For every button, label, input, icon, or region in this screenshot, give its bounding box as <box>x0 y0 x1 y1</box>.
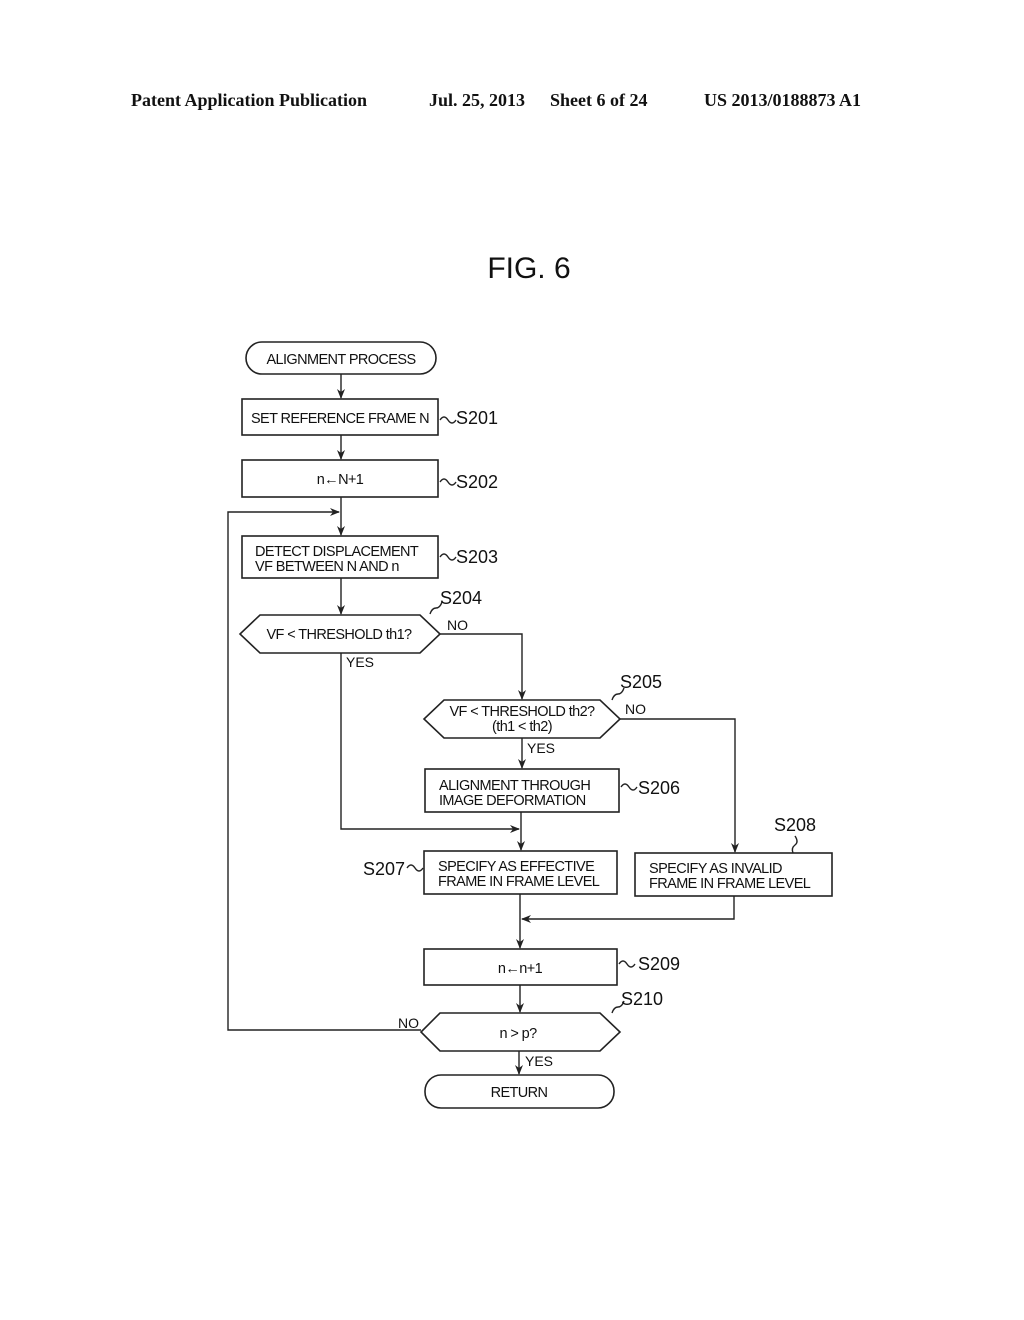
step-s203: DETECT DISPLACEMENT VF BETWEEN N AND n <box>241 535 439 579</box>
step-s206-line2: IMAGE DEFORMATION <box>439 793 586 809</box>
step-s202-text: n←N+1 <box>317 472 364 488</box>
decision-s210-label: S210 <box>621 989 663 1009</box>
step-s201-text: SET REFERENCE FRAME N <box>251 411 429 427</box>
label-leader-s203 <box>439 553 457 561</box>
step-s207-label: S207 <box>363 859 405 879</box>
label-leader-s201 <box>439 416 457 424</box>
step-s208-line1: SPECIFY AS INVALID <box>649 861 782 877</box>
step-s206-line1: ALIGNMENT THROUGH <box>439 778 590 794</box>
step-s207: SPECIFY AS EFFECTIVE FRAME IN FRAME LEVE… <box>423 850 618 895</box>
loop-back-arrow <box>227 508 421 1031</box>
decision-s205-line2: (th1 < th2) <box>492 719 552 735</box>
decision-s204: VF < THRESHOLD th1? <box>238 614 442 654</box>
flowchart: ALIGNMENT PROCESS SET REFERENCE FRAME N … <box>227 341 833 1109</box>
end-terminal: RETURN <box>424 1074 615 1109</box>
decision-s204-label: S204 <box>440 588 482 608</box>
arrow-s204-no <box>440 633 526 700</box>
label-leader-s206 <box>620 783 638 791</box>
step-s207-line1: SPECIFY AS EFFECTIVE <box>438 859 595 875</box>
step-s201-label: S201 <box>456 408 498 428</box>
step-s206-label: S206 <box>638 778 680 798</box>
label-leader-s202 <box>439 478 457 486</box>
step-s202: n←N+1 <box>241 459 439 498</box>
step-s206: ALIGNMENT THROUGH IMAGE DEFORMATION <box>424 768 620 813</box>
label-leader-s209 <box>618 960 636 968</box>
label-leader-s207 <box>406 864 424 872</box>
label-leader-s208 <box>791 835 798 854</box>
step-s208-line2: FRAME IN FRAME LEVEL <box>649 876 811 892</box>
step-s209: n←n+1 <box>423 948 618 986</box>
decision-s210-no: NO <box>398 1015 419 1031</box>
step-s201: SET REFERENCE FRAME N <box>241 398 439 436</box>
step-s207-line2: FRAME IN FRAME LEVEL <box>438 874 600 890</box>
decision-s204-no: NO <box>447 617 468 633</box>
decision-s205-line1: VF < THRESHOLD th2? <box>449 704 595 720</box>
decision-s205-no: NO <box>625 701 646 717</box>
decision-s204-yes: YES <box>346 654 374 670</box>
decision-s210-yes: YES <box>525 1053 553 1069</box>
decision-s205-label: S205 <box>620 672 662 692</box>
start-label: ALIGNMENT PROCESS <box>266 352 415 368</box>
step-s203-label: S203 <box>456 547 498 567</box>
end-label: RETURN <box>491 1085 548 1101</box>
step-s209-label: S209 <box>638 954 680 974</box>
step-s203-line2: VF BETWEEN N AND n <box>255 559 399 575</box>
step-s208: SPECIFY AS INVALID FRAME IN FRAME LEVEL <box>634 852 833 897</box>
decision-s204-text: VF < THRESHOLD th1? <box>266 627 412 643</box>
decision-s210: n > p? <box>419 1012 622 1052</box>
step-s203-line1: DETECT DISPLACEMENT <box>255 544 419 560</box>
step-s209-text: n←n+1 <box>498 961 543 977</box>
step-s208-label: S208 <box>774 815 816 835</box>
arrow-s208-merge <box>521 896 735 923</box>
step-s202-label: S202 <box>456 472 498 492</box>
start-terminal: ALIGNMENT PROCESS <box>245 341 437 375</box>
decision-s205-yes: YES <box>527 740 555 756</box>
decision-s210-text: n > p? <box>499 1026 537 1042</box>
decision-s205: VF < THRESHOLD th2? (th1 < th2) <box>422 699 622 739</box>
